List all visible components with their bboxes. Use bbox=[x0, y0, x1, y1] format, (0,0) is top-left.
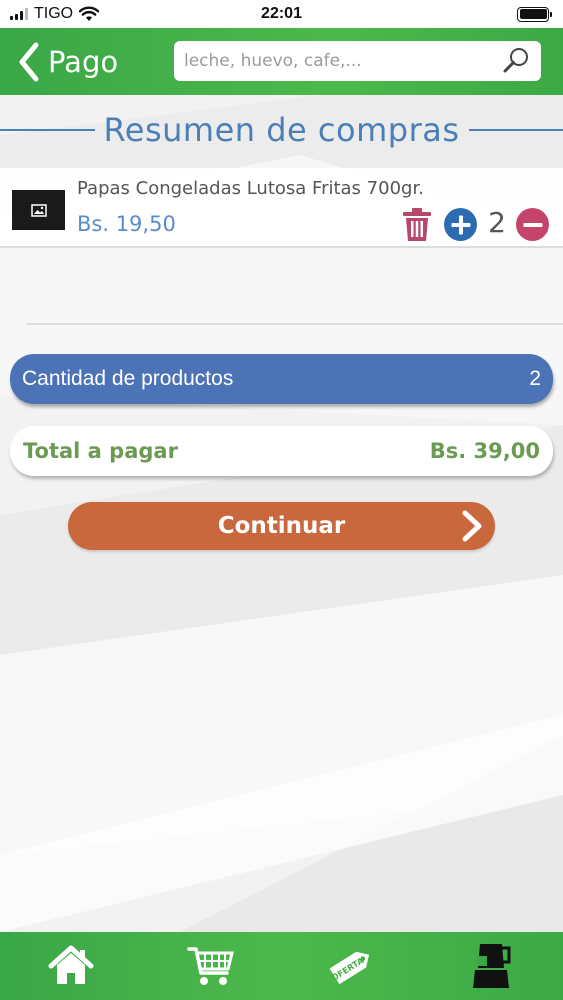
total-bar: Total a pagar Bs. 39,00 bbox=[10, 426, 553, 476]
continue-label: Continuar bbox=[217, 513, 346, 539]
back-button[interactable]: Pago bbox=[18, 40, 118, 84]
decrease-quantity-button[interactable] bbox=[516, 208, 549, 241]
product-image-placeholder bbox=[12, 190, 65, 230]
nav-home[interactable] bbox=[46, 942, 96, 990]
title-rule-right bbox=[469, 129, 563, 131]
carrier-name: TIGO bbox=[34, 5, 74, 22]
section-title: Resumen de compras bbox=[0, 108, 563, 152]
search-icon[interactable] bbox=[501, 46, 531, 76]
product-count-bar: Cantidad de productos 2 bbox=[10, 354, 553, 404]
blender-icon bbox=[473, 944, 511, 988]
product-count-value: 2 bbox=[529, 367, 541, 390]
nav-appliances[interactable] bbox=[465, 942, 515, 990]
divider bbox=[27, 323, 563, 325]
wifi-icon bbox=[79, 6, 100, 21]
battery-icon bbox=[517, 6, 552, 22]
chevron-right-icon bbox=[462, 510, 482, 542]
bottom-nav: OFERTA bbox=[0, 932, 563, 1000]
product-price: Bs. 19,50 bbox=[77, 212, 176, 236]
search-input[interactable] bbox=[184, 51, 501, 71]
nav-offers[interactable]: OFERTA bbox=[326, 942, 376, 990]
signal-icon bbox=[10, 8, 28, 20]
product-name: Papas Congeladas Lutosa Fritas 700gr. bbox=[77, 178, 424, 199]
app-header: Pago bbox=[0, 28, 563, 95]
status-left: TIGO bbox=[10, 5, 100, 23]
product-count-label: Cantidad de productos bbox=[22, 367, 234, 390]
search-bar bbox=[174, 41, 541, 81]
section-title-text: Resumen de compras bbox=[103, 111, 460, 149]
nav-cart[interactable] bbox=[186, 942, 236, 990]
title-rule-left bbox=[0, 129, 95, 131]
total-value: Bs. 39,00 bbox=[429, 439, 540, 463]
cart-item: Papas Congeladas Lutosa Fritas 700gr. Bs… bbox=[0, 168, 563, 248]
cart-icon bbox=[187, 947, 234, 985]
chevron-left-icon bbox=[19, 42, 39, 82]
trash-icon[interactable] bbox=[401, 208, 433, 242]
image-icon bbox=[30, 203, 47, 217]
increase-quantity-button[interactable] bbox=[444, 208, 477, 241]
offer-tag-icon: OFERTA bbox=[330, 951, 370, 985]
item-quantity: 2 bbox=[488, 206, 506, 239]
home-icon bbox=[48, 945, 94, 984]
status-bar: TIGO 22:01 bbox=[0, 0, 563, 28]
page-title: Pago bbox=[48, 45, 119, 79]
continue-button[interactable]: Continuar bbox=[68, 502, 495, 550]
clock: 22:01 bbox=[261, 5, 302, 22]
total-label: Total a pagar bbox=[23, 439, 178, 463]
